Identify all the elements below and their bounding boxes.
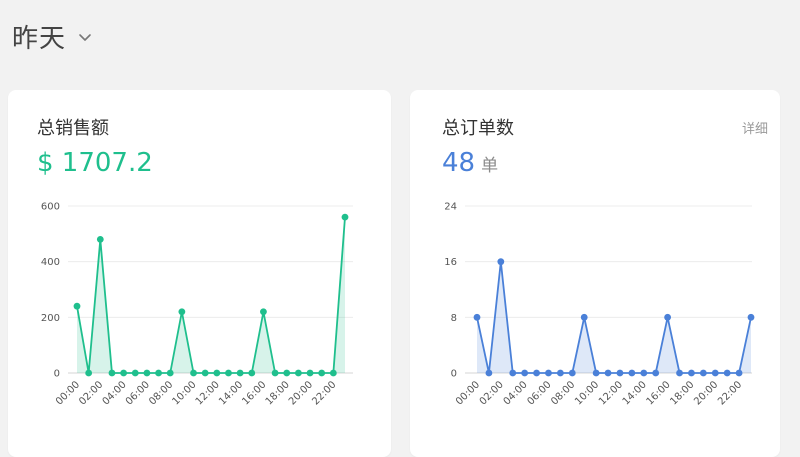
- period-label: 昨天: [12, 24, 67, 54]
- chevron-down-icon[interactable]: [78, 30, 92, 44]
- sales-chart-y-tick-label: 0: [54, 369, 60, 380]
- sales-chart-y-tick-label: 600: [41, 202, 60, 213]
- orders-chart-data-point: [699, 369, 707, 377]
- orders-chart-x-tick-label: 14:00: [621, 379, 649, 407]
- orders-chart-data-point: [545, 369, 552, 377]
- orders-chart-data-point: [676, 369, 683, 377]
- sales-chart-data-point: [225, 369, 232, 377]
- orders-chart-y-tick-label: 0: [451, 369, 457, 380]
- orders-chart-data-point: [521, 369, 529, 377]
- orders-chart-y-tick-label: 16: [444, 257, 457, 268]
- sales-chart-data-point: [155, 369, 162, 377]
- sales-card: 总销售额 $ 1707.2 0 200 400 600 00:00 02:00 04:00 0…: [8, 90, 391, 457]
- sales-chart-x-tick-label: 20:00: [287, 379, 315, 407]
- sales-chart-data-point: [283, 369, 291, 377]
- sales-metric: $ 1707.2: [37, 148, 153, 178]
- orders-chart-x-tick-label: 18:00: [668, 379, 696, 407]
- orders-chart-data-point: [580, 313, 588, 321]
- sales-chart-data-point: [96, 236, 104, 243]
- sales-chart-data-point: [271, 369, 279, 377]
- sales-chart-series-line: [76, 217, 346, 374]
- orders-total-value: 48: [442, 148, 476, 178]
- sales-chart-area-fill: [77, 217, 345, 373]
- orders-chart-x-tick-label: 06:00: [525, 379, 553, 407]
- sales-chart-x-tick-label: 14:00: [217, 379, 245, 407]
- sales-chart: 0 200 400 600 00:0002:0004:0006:0008:0010:00…: [41, 202, 353, 408]
- sales-chart-x-tick-label: 10:00: [170, 379, 198, 407]
- orders-chart-data-point: [509, 369, 517, 377]
- sales-chart-x-tick-label: 06:00: [124, 379, 152, 407]
- orders-chart-y-tick-label: 24: [444, 202, 457, 213]
- sales-chart-x-tick-label: 18:00: [264, 379, 292, 407]
- sales-chart-data-point: [213, 369, 221, 377]
- orders-chart-y-tick-label: 8: [451, 313, 457, 324]
- orders-chart-x-tick-label: 10:00: [573, 379, 601, 407]
- orders-chart-x-tick-label: 20:00: [692, 379, 720, 407]
- orders-metric: 48 单: [442, 148, 498, 178]
- sales-chart-data-point: [294, 369, 302, 377]
- sales-chart-data-point: [341, 213, 349, 221]
- period-selector[interactable]: 昨天: [12, 18, 92, 55]
- orders-chart-data-point: [533, 369, 540, 377]
- sales-chart-data-point: [201, 369, 209, 377]
- orders-card: 总订单数 详细 48 单 0 8 16 24 00:00 02:00 04:00 06:00 0…: [410, 90, 780, 457]
- sales-chart-data-point: [318, 369, 326, 377]
- orders-chart-data-point: [735, 369, 743, 377]
- sales-chart-data-point: [329, 369, 337, 377]
- sales-chart-data-point: [260, 308, 267, 316]
- orders-chart-data-point: [568, 369, 576, 377]
- details-link[interactable]: 详细: [742, 118, 768, 137]
- orders-chart: 0 8 16 24 00:0002:0004:0006:0008:0010:0012:0…: [444, 202, 755, 408]
- orders-chart-data-point: [592, 369, 600, 377]
- orders-chart-data-point: [711, 369, 719, 377]
- sales-chart-data-point: [248, 369, 256, 377]
- orders-chart-data-point: [628, 369, 636, 377]
- sales-chart-data-point: [236, 369, 244, 377]
- sales-chart-data-point: [131, 369, 139, 377]
- sales-chart-x-tick-label: 04:00: [101, 379, 129, 407]
- orders-chart-x-tick-label: 16:00: [645, 379, 673, 407]
- sales-chart-data-point: [85, 369, 93, 377]
- orders-unit: 单: [481, 156, 499, 176]
- sales-chart-x-tick-label: 02:00: [77, 379, 105, 407]
- top-bar: 昨天: [0, 0, 800, 72]
- orders-chart-data-point: [723, 369, 731, 377]
- sales-chart-data-point: [73, 302, 81, 310]
- orders-chart-x-tick-label: 12:00: [597, 379, 625, 407]
- sales-total-value: $ 1707.2: [37, 148, 153, 178]
- orders-chart-x-tick-label: 22:00: [716, 379, 744, 407]
- sales-chart-data-point: [178, 308, 186, 316]
- sales-chart-y-tick-label: 400: [41, 257, 60, 268]
- orders-chart-x-tick-label: 04:00: [502, 379, 530, 407]
- orders-chart-data-point: [688, 369, 695, 377]
- sales-chart-x-tick-label: 16:00: [240, 379, 268, 407]
- sales-chart-data-point: [306, 369, 314, 377]
- sales-chart-x-tick-label: 00:00: [54, 379, 82, 407]
- sales-chart-data-point: [120, 369, 128, 377]
- sales-chart-x-tick-label: 12:00: [194, 379, 222, 407]
- orders-chart-x-tick-label: 02:00: [478, 379, 506, 407]
- orders-chart-data-point: [747, 313, 755, 321]
- orders-chart-data-point: [604, 369, 612, 377]
- orders-chart-data-point: [652, 369, 660, 377]
- sales-chart-data-point: [143, 369, 151, 377]
- orders-chart-data-point: [485, 369, 493, 377]
- orders-chart-x-tick-label: 00:00: [454, 379, 482, 407]
- orders-chart-data-point: [640, 369, 648, 377]
- sales-chart-x-tick-label: 08:00: [147, 379, 175, 407]
- orders-chart-x-tick-label: 08:00: [549, 379, 577, 407]
- orders-chart-data-point: [473, 313, 481, 321]
- sales-chart-y-tick-label: 200: [41, 313, 60, 324]
- sales-chart-data-point: [190, 369, 197, 377]
- orders-chart-data-point: [556, 369, 564, 377]
- orders-chart-data-point: [616, 369, 624, 377]
- orders-chart-data-point: [664, 313, 672, 321]
- sales-chart-data-point: [108, 369, 116, 377]
- sales-card-title: 总销售额: [37, 118, 109, 139]
- orders-card-title: 总订单数: [442, 118, 514, 139]
- orders-chart-data-point: [497, 258, 505, 266]
- sales-chart-x-tick-label: 22:00: [310, 379, 338, 407]
- sales-chart-data-point: [166, 369, 174, 377]
